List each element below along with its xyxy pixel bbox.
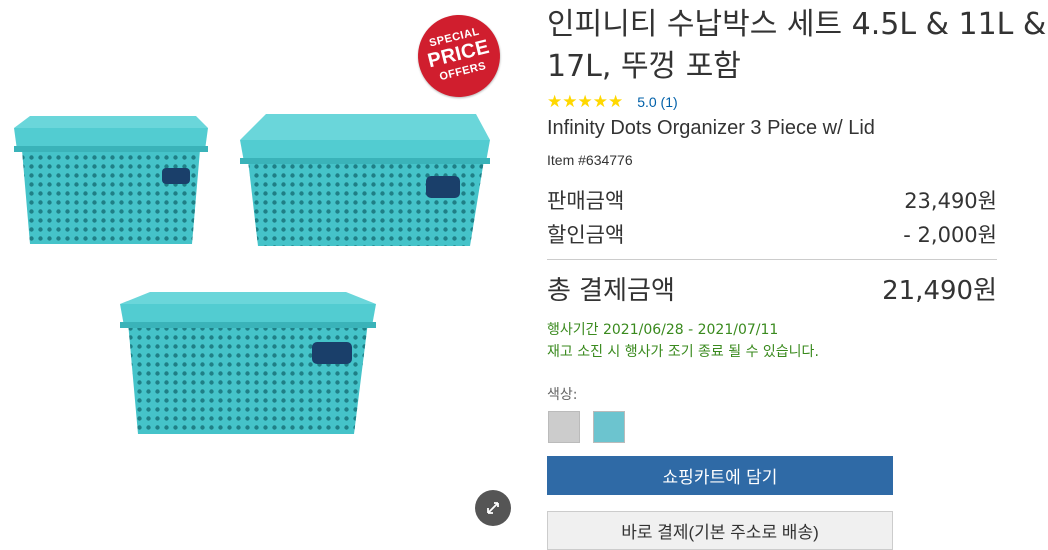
price-divider xyxy=(547,259,997,260)
sale-price-row: 판매금액 23,490원 xyxy=(547,186,997,216)
total-price-label: 총 결제금액 xyxy=(547,276,675,306)
discount-row: 할인금액 - 2,000원 xyxy=(547,220,997,250)
product-image-area: SPECIAL PRICE OFFERS xyxy=(0,0,512,531)
discount-label: 할인금액 xyxy=(547,223,625,247)
total-price-value: 21,490원 xyxy=(882,276,997,306)
discount-value: - 2,000원 xyxy=(903,223,997,247)
item-number: Item #634776 xyxy=(547,152,633,168)
color-swatch-gray[interactable] xyxy=(548,411,580,443)
add-to-cart-button[interactable]: 쇼핑카트에 담기 xyxy=(547,456,893,495)
rating-link[interactable]: 5.0 (1) xyxy=(637,94,677,110)
star-rating-icon: ★★★★★ xyxy=(547,92,624,112)
color-swatch-teal[interactable] xyxy=(593,411,625,443)
color-label: 색상: xyxy=(547,387,578,403)
total-price-row: 총 결제금액 21,490원 xyxy=(547,272,997,310)
english-product-name: Infinity Dots Organizer 3 Piece w/ Lid xyxy=(547,117,875,139)
product-title: 인피니티 수납박스 세트 4.5L & 11L & 17L, 뚜껑 포함 xyxy=(547,7,1047,84)
rating[interactable]: ★★★★★ 5.0 (1) xyxy=(547,92,678,112)
promo-period: 행사기간 2021/06/28 - 2021/07/11 xyxy=(547,322,779,338)
expand-icon xyxy=(487,502,499,514)
promo-notice: 재고 소진 시 행사가 조기 종료 될 수 있습니다. xyxy=(547,344,819,360)
small-box-illustration xyxy=(14,116,208,244)
sale-price-label: 판매금액 xyxy=(547,189,625,213)
zoom-button[interactable] xyxy=(475,490,511,526)
large-box-illustration xyxy=(120,292,376,434)
sale-price-value: 23,490원 xyxy=(904,189,997,213)
medium-box-illustration xyxy=(240,114,490,246)
